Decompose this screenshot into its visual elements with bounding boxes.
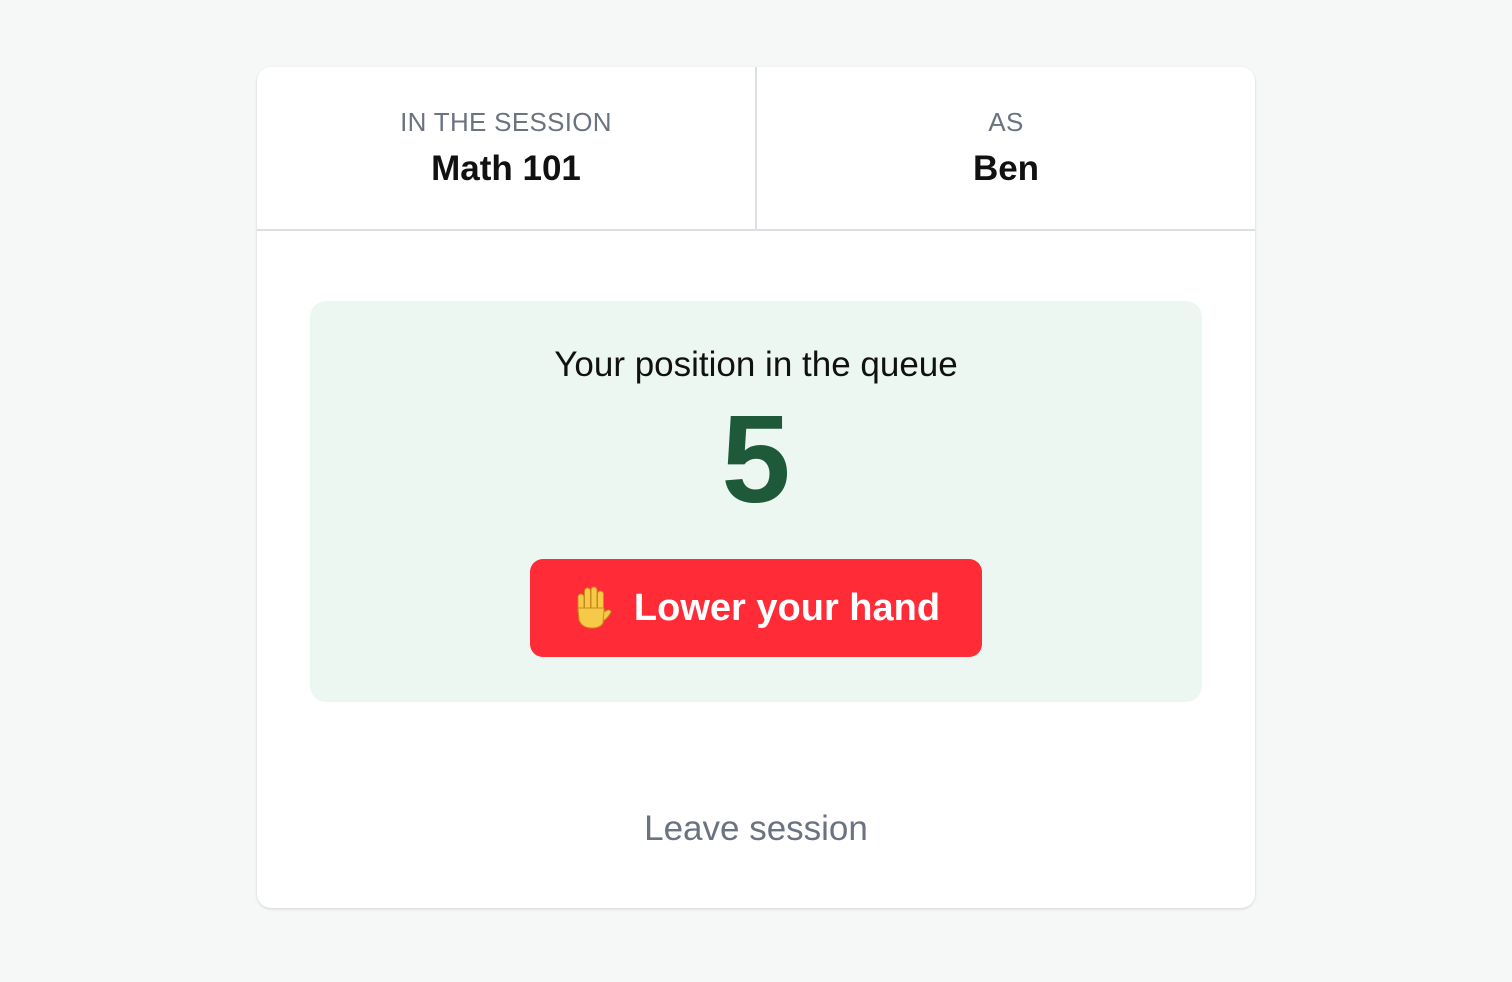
session-name: Math 101 <box>431 149 581 188</box>
session-info-row: IN THE SESSION Math 101 AS Ben <box>257 67 1255 231</box>
user-label: AS <box>988 107 1024 137</box>
user-info: AS Ben <box>755 67 1255 229</box>
queue-position: 5 <box>721 391 791 529</box>
queue-title: Your position in the queue <box>554 345 958 384</box>
session-label: IN THE SESSION <box>400 107 612 137</box>
lower-hand-label: Lower your hand <box>633 587 941 629</box>
session-info: IN THE SESSION Math 101 <box>257 67 755 229</box>
queue-panel: Your position in the queue 5 Lower your … <box>310 301 1202 702</box>
user-name: Ben <box>972 149 1040 188</box>
raised-hand-icon <box>572 586 612 630</box>
leave-session-link[interactable]: Leave session <box>257 807 1255 851</box>
session-card: IN THE SESSION Math 101 AS Ben Your posi… <box>257 67 1255 908</box>
lower-hand-button[interactable]: Lower your hand <box>530 559 982 657</box>
